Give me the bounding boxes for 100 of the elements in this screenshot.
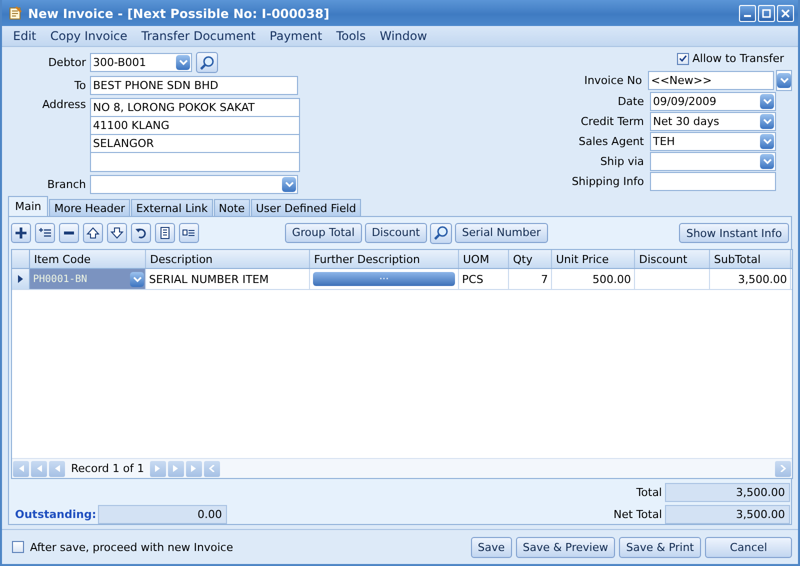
address-field[interactable]: NO 8, LORONG POKOK SAKAT 41100 KLANG SELANGOR [90, 98, 300, 172]
dropdown-button[interactable] [176, 55, 190, 70]
triangle-right-icon [190, 465, 198, 472]
table-cell: 3,500.00 [710, 269, 791, 289]
insert-row-icon[interactable] [35, 223, 55, 243]
action-button[interactable]: Cancel [705, 536, 792, 558]
chevron-down-icon [178, 59, 188, 66]
minimize-button[interactable] [739, 4, 756, 22]
column-header[interactable]: Qty [509, 250, 552, 268]
move-up-icon[interactable] [83, 223, 103, 243]
net-total-field: 3,500.00 [665, 505, 790, 524]
menu-item[interactable]: Payment [262, 29, 330, 43]
menu-item[interactable]: Transfer Document [134, 29, 263, 43]
chevron-down-icon [284, 181, 294, 188]
dropdown-button[interactable] [760, 114, 774, 129]
dropdown-button[interactable] [282, 177, 296, 192]
move-down-icon[interactable] [107, 223, 127, 243]
action-button[interactable]: Save [470, 536, 512, 558]
field-label: Invoice No [584, 74, 642, 87]
action-button[interactable]: Save & Preview [516, 536, 616, 558]
undo-icon[interactable] [131, 223, 151, 243]
column-header[interactable]: Description [146, 250, 310, 268]
menu-item[interactable]: Tools [329, 29, 373, 43]
record-counter: Record 1 of 1 [70, 462, 146, 475]
debtor-combo[interactable]: 300-B001 [90, 53, 192, 72]
column-header[interactable]: Discount [635, 250, 710, 268]
net-total-label: Net Total [614, 508, 662, 521]
toolbar-button[interactable]: Serial Number [454, 222, 548, 242]
dropdown-button[interactable] [760, 154, 774, 169]
total-label: Total [636, 486, 662, 499]
column-header[interactable]: SubTotal [710, 250, 791, 268]
table-cell: 7 [509, 269, 552, 289]
field-label: Shipping Info [572, 175, 644, 188]
chevron-right-icon [779, 465, 787, 472]
input-field[interactable] [650, 172, 776, 191]
outstanding-label: Outstanding: [15, 508, 95, 521]
column-header[interactable]: UOM [459, 250, 509, 268]
remove-row-icon[interactable] [59, 223, 79, 243]
chevron-down-icon [132, 276, 142, 282]
chevron-down-icon [762, 98, 772, 105]
combo-box[interactable]: Net 30 days [650, 112, 776, 131]
dropdown-button[interactable] [760, 94, 774, 109]
toolbar-button[interactable]: Discount [364, 222, 427, 242]
field-label: Credit Term [580, 115, 644, 128]
table-cell: SERIAL NUMBER ITEM [146, 269, 310, 289]
field-label: Debtor [47, 56, 86, 69]
combo-box[interactable]: 09/09/2009 [650, 92, 776, 111]
search-button[interactable] [196, 52, 218, 73]
close-icon [781, 8, 790, 18]
table-cell: PCS [459, 269, 509, 289]
total-field: 3,500.00 [665, 483, 790, 502]
toolbar-button[interactable]: Group Total [285, 222, 362, 242]
address-line: SELANGOR [91, 135, 299, 153]
column-header[interactable]: Item Code [30, 250, 146, 268]
dropdown-button[interactable] [130, 272, 144, 286]
maximize-icon [762, 8, 771, 18]
maximize-button[interactable] [758, 4, 775, 22]
triangle-right-icon [154, 465, 162, 472]
field-label: To [73, 79, 86, 92]
input-field[interactable]: BEST PHONE SDN BHD [90, 76, 298, 95]
chevron-left-icon [208, 465, 216, 472]
add-row-icon[interactable] [11, 223, 31, 243]
field-label: Branch [46, 178, 86, 191]
column-header[interactable]: Unit Price [552, 250, 635, 268]
action-button[interactable]: Save & Print [619, 536, 701, 558]
triangle-left-icon [35, 465, 43, 472]
tab[interactable]: Main [8, 196, 48, 216]
menu-item[interactable]: Edit [6, 29, 44, 43]
tab[interactable]: Note [214, 199, 250, 216]
minimize-icon [744, 14, 751, 16]
search-icon [199, 54, 215, 70]
list-icon[interactable] [155, 223, 175, 243]
branch-combo[interactable] [90, 175, 298, 194]
dropdown-button[interactable] [777, 73, 791, 88]
input-field[interactable]: <<New>> [648, 71, 774, 90]
field-label: Date [618, 95, 644, 108]
document-icon [8, 6, 22, 20]
combo-box[interactable] [650, 152, 776, 171]
tab[interactable]: External Link [131, 199, 213, 216]
combo-box[interactable]: TEH [650, 132, 776, 151]
menu-item[interactable]: Window [372, 29, 434, 43]
column-header[interactable]: Further Description [310, 250, 459, 268]
outstanding-field: 0.00 [98, 505, 227, 524]
list-view-icon[interactable] [179, 223, 199, 243]
instant-info-button[interactable]: Show Instant Info [679, 223, 789, 243]
triangle-right-icon [172, 465, 180, 472]
close-button[interactable] [777, 4, 794, 22]
checkbox[interactable] [677, 52, 690, 64]
checkbox[interactable] [12, 541, 24, 553]
search-button[interactable] [430, 222, 452, 244]
triangle-left-icon [53, 465, 61, 472]
dropdown-button[interactable] [760, 134, 774, 149]
field-label: Ship via [600, 155, 644, 168]
chevron-down-icon [780, 77, 788, 84]
field-label: Sales Agent [578, 135, 644, 148]
tab[interactable]: More Header [49, 199, 130, 216]
checkbox-label: Allow to Transfer [692, 52, 784, 65]
tab[interactable]: User Defined Field [250, 199, 362, 216]
triangle-left-icon [17, 465, 25, 472]
menu-item[interactable]: Copy Invoice [43, 29, 134, 43]
